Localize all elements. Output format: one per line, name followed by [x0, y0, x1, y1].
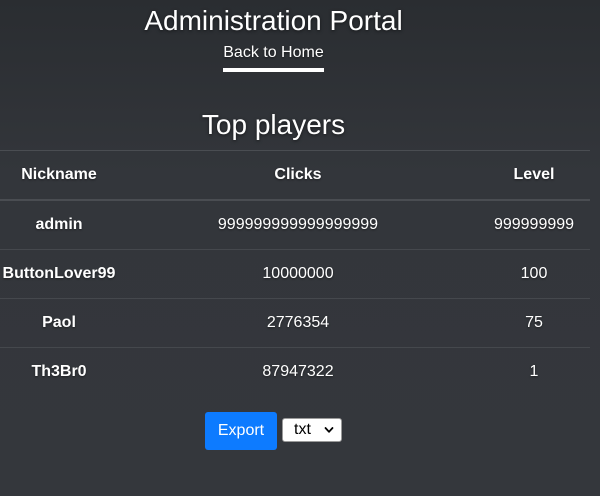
- top-players-table: Nickname Clicks Level admin 999999999999…: [0, 150, 590, 396]
- column-header-level: Level: [478, 150, 590, 201]
- table-row: ButtonLover99 10000000 100: [0, 249, 590, 299]
- back-to-home-link[interactable]: Back to Home: [223, 42, 324, 72]
- nickname-cell: Paol: [0, 298, 118, 348]
- level-cell: 1: [529, 363, 539, 380]
- level-cell: 100: [478, 249, 590, 299]
- export-format-value: txt: [294, 421, 311, 438]
- table-row: Paol 2776354 75: [0, 298, 590, 348]
- column-header-nickname: Nickname: [0, 150, 118, 201]
- table-header-row: Nickname Clicks Level: [0, 150, 590, 201]
- clicks-cell: 2776354: [118, 298, 478, 348]
- page-title: Administration Portal: [144, 5, 403, 36]
- table-row: admin 999999999999999999 999999999: [0, 200, 590, 250]
- level-cell: 999999999: [478, 200, 590, 250]
- export-format-select[interactable]: txt: [282, 418, 342, 442]
- nickname-cell: admin: [0, 200, 118, 250]
- chevron-down-icon: [324, 427, 334, 433]
- column-header-clicks: Clicks: [118, 150, 478, 201]
- clicks-cell: 87947322: [262, 363, 334, 380]
- table-row: Th3Br0 87947322 1: [0, 348, 590, 397]
- export-button[interactable]: Export: [205, 412, 277, 450]
- nickname-cell: Th3Br0: [31, 363, 87, 380]
- nickname-cell: ButtonLover99: [0, 249, 118, 299]
- clicks-cell: 10000000: [118, 249, 478, 299]
- clicks-cell: 999999999999999999: [118, 200, 478, 250]
- section-title: Top players: [201, 109, 346, 140]
- level-cell: 75: [478, 298, 590, 348]
